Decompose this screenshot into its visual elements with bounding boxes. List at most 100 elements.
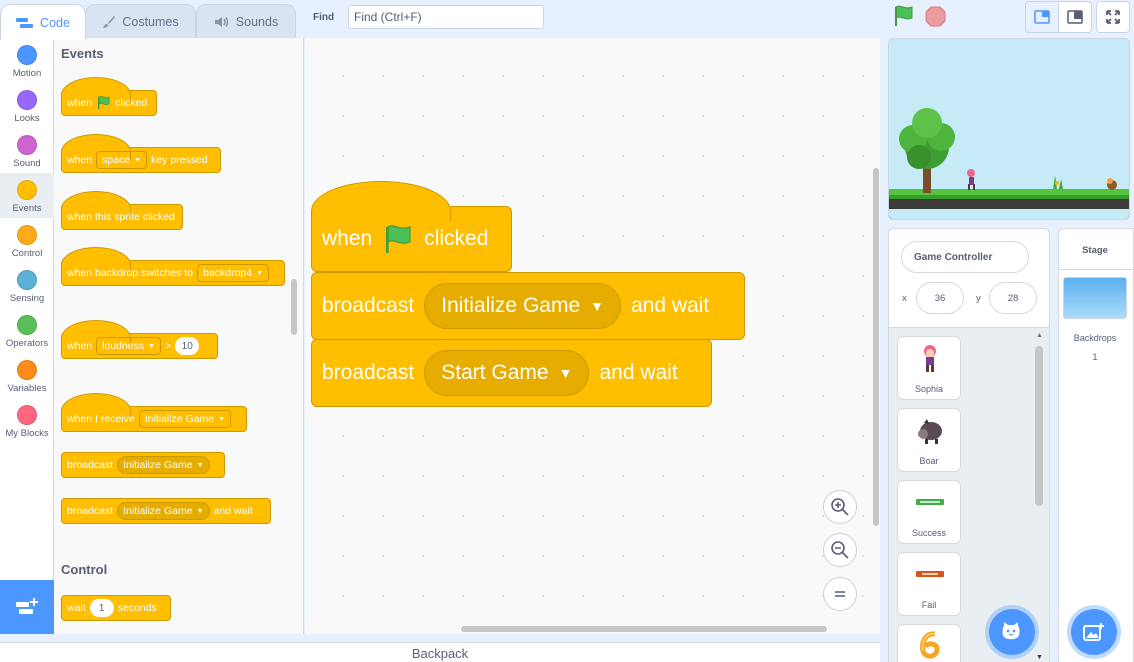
block-palette: Events when clicked when space ▼ key pres…: [54, 38, 304, 634]
large-stage-icon: [1067, 10, 1083, 24]
block-when-flag-clicked[interactable]: when clicked: [61, 77, 157, 116]
category-operators[interactable]: Operators: [0, 308, 54, 353]
green-flag-icon[interactable]: [892, 5, 916, 27]
block-when-backdrop-switches[interactable]: when backdrop switches to backdrop4 ▼: [61, 247, 285, 286]
category-motion[interactable]: Motion: [0, 38, 54, 83]
message-dropdown[interactable]: Initialize Game ▼: [138, 410, 232, 428]
block-text: key pressed: [151, 154, 208, 166]
block-text: when backdrop switches to: [67, 267, 194, 279]
script-area[interactable]: when clicked broadcast Initialize Game ▼ …: [305, 38, 880, 634]
dropdown-value: backdrop4: [203, 267, 253, 279]
sprite-name: Success: [911, 528, 946, 538]
sprite-tile-6[interactable]: [897, 624, 961, 662]
category-dot: [17, 180, 37, 200]
dropdown-value: Initialize Game: [441, 294, 581, 317]
divider: [1059, 269, 1134, 270]
dropdown-arrow-icon: ▼: [196, 507, 204, 515]
category-looks[interactable]: Looks: [0, 83, 54, 128]
scroll-down-icon[interactable]: ▼: [1036, 654, 1043, 661]
script-horizontal-scrollbar[interactable]: [461, 626, 827, 632]
backdrop-thumbnail: [1063, 277, 1127, 319]
add-extension-button[interactable]: [0, 580, 54, 634]
sprite-tile-fail[interactable]: Fail: [897, 552, 961, 616]
fullscreen-button[interactable]: [1096, 1, 1130, 33]
tab-label: Costumes: [122, 14, 179, 29]
category-label: Operators: [5, 338, 49, 349]
category-my-blocks[interactable]: My Blocks: [0, 398, 54, 443]
block-wait-seconds[interactable]: wait 1 seconds: [61, 595, 171, 621]
fullscreen-icon: [1106, 10, 1120, 24]
dropdown-value: loudness: [102, 340, 145, 352]
block-when-loudness[interactable]: when loudness ▼ > 10: [61, 320, 218, 359]
category-label: Events: [12, 203, 42, 214]
sprite-name-field[interactable]: Game Controller: [901, 241, 1029, 273]
message-dropdown[interactable]: Start Game ▼: [424, 350, 590, 396]
sprite-name: Fail: [921, 600, 937, 610]
image-add-icon: [1083, 623, 1104, 641]
category-label: Variables: [7, 383, 47, 394]
scroll-up-icon[interactable]: ▲: [1036, 332, 1043, 339]
category-control[interactable]: Control: [0, 218, 54, 263]
stop-icon[interactable]: [925, 6, 946, 27]
x-position-field[interactable]: 36: [916, 282, 964, 314]
backdrop-dropdown[interactable]: backdrop4 ▼: [197, 264, 270, 282]
zoom-out-button[interactable]: [823, 533, 857, 567]
choose-sprite-button[interactable]: [989, 609, 1035, 655]
block-text: when: [322, 227, 373, 250]
tab-label: Code: [40, 15, 70, 30]
choose-backdrop-button[interactable]: [1071, 609, 1117, 655]
seconds-number-input[interactable]: 1: [89, 599, 114, 617]
block-broadcast[interactable]: broadcast Initialize Game ▼: [61, 452, 225, 478]
tab-code[interactable]: Code: [0, 4, 86, 40]
hat-cap: [311, 181, 451, 221]
block-when-i-receive[interactable]: when I receive Initialize Game ▼: [61, 393, 247, 432]
script-block-broadcast-initialize-and-wait[interactable]: broadcast Initialize Game ▼ and wait: [311, 272, 745, 340]
sprite-tile-sophia[interactable]: Sophia: [897, 336, 961, 400]
message-dropdown[interactable]: Initialize Game ▼: [117, 502, 210, 520]
block-when-sprite-clicked[interactable]: when this sprite clicked: [61, 191, 183, 230]
tab-costumes[interactable]: Costumes: [85, 4, 196, 38]
sprite-tile-boar[interactable]: Boar: [897, 408, 961, 472]
block-broadcast-and-wait[interactable]: broadcast Initialize Game ▼ and wait: [61, 498, 271, 524]
y-position-field[interactable]: 28: [989, 282, 1037, 314]
stage-canvas[interactable]: [888, 38, 1130, 220]
dropdown-value: Initialize Game: [144, 413, 215, 425]
backpack-header[interactable]: Backpack: [0, 642, 880, 662]
message-dropdown[interactable]: Initialize Game ▼: [424, 283, 621, 329]
dropdown-arrow-icon: ▼: [148, 342, 156, 350]
block-text: clicked: [424, 227, 489, 250]
dropdown-value: Start Game: [441, 361, 549, 384]
sensor-dropdown[interactable]: loudness ▼: [96, 337, 162, 355]
sprite-list-scrollbar[interactable]: [1035, 346, 1043, 506]
large-stage-button[interactable]: [1058, 1, 1092, 33]
sprite-tile-success[interactable]: Success: [897, 480, 961, 544]
dropdown-value: Initialize Game: [123, 505, 193, 517]
category-events[interactable]: Events: [0, 173, 54, 218]
message-dropdown[interactable]: Initialize Game ▼: [117, 456, 210, 474]
dropdown-arrow-icon: ▼: [558, 365, 573, 381]
category-sensing[interactable]: Sensing: [0, 263, 54, 308]
zoom-reset-button[interactable]: [823, 577, 857, 611]
block-when-key-pressed[interactable]: when space ▼ key pressed: [61, 134, 221, 173]
block-text: when this sprite clicked: [67, 211, 175, 223]
script-block-when-flag-clicked[interactable]: when clicked: [311, 181, 512, 272]
block-text: and wait: [630, 294, 710, 317]
stage-selector-pane[interactable]: Stage Backdrops 1: [1058, 228, 1134, 662]
block-text: clicked: [115, 97, 148, 109]
category-variables[interactable]: Variables: [0, 353, 54, 398]
dropdown-value: space: [102, 154, 131, 166]
category-label: Sensing: [9, 293, 45, 304]
find-input[interactable]: [348, 5, 544, 29]
block-text: when I receive: [67, 413, 135, 425]
category-dot: [17, 315, 37, 335]
small-stage-button[interactable]: [1025, 1, 1059, 33]
zoom-in-button[interactable]: [823, 490, 857, 524]
script-vertical-scrollbar[interactable]: [873, 168, 879, 526]
category-sound[interactable]: Sound: [0, 128, 54, 173]
loudness-number-input[interactable]: 10: [175, 337, 200, 355]
key-dropdown[interactable]: space ▼: [96, 151, 148, 169]
palette-scrollbar[interactable]: [291, 279, 297, 335]
category-menu: Motion Looks Sound Events Control Sensin…: [0, 38, 54, 580]
tab-sounds[interactable]: Sounds: [196, 4, 296, 38]
script-block-broadcast-start-and-wait[interactable]: broadcast Start Game ▼ and wait: [311, 339, 712, 407]
